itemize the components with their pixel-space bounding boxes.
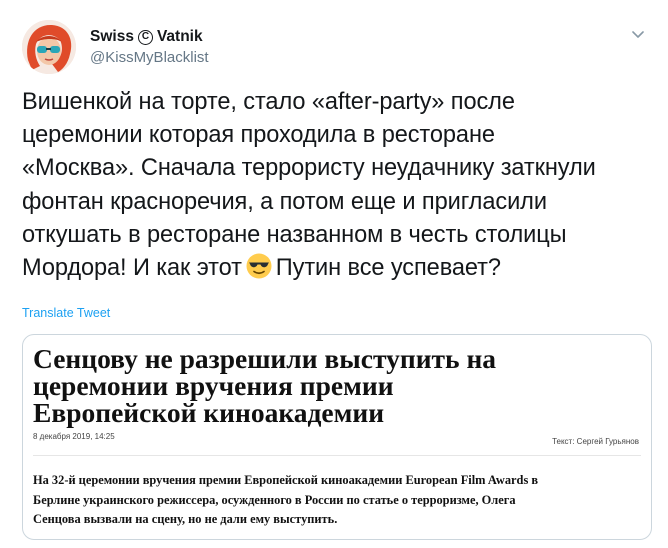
card-date: 8 декабря 2019, 14:25 <box>33 432 115 441</box>
card-lede-line: Берлине украинского режиссера, осужденно… <box>33 492 516 507</box>
card-lede: На 32-й церемонии вручения премии Европе… <box>33 471 643 530</box>
card-headline-line: Европейской киноакадемии <box>33 397 385 428</box>
card-headline-line: Сенцову не разрешили выступить на <box>33 343 497 374</box>
tweet-text-last-line: Мордора! И как этот Путин все успевает? <box>22 252 652 285</box>
display-name-part2: Vatnik <box>156 28 203 45</box>
sunglasses-emoji-icon <box>245 252 273 280</box>
card-headline-line: церемонии вручения премии <box>33 370 394 401</box>
card-credit: Текст: Сергей Гурьянов <box>552 437 639 446</box>
card-lede-line: На 32-й церемонии вручения премии Европе… <box>33 473 539 487</box>
tweet-text-line: фонтан красноречия, а потом еще и пригла… <box>22 188 547 215</box>
card-headline: Сенцову не разрешили выступить на церемо… <box>33 343 633 428</box>
copyright-icon: C <box>137 29 153 45</box>
tweet-text-line: Вишенкой на торте, стало «after-party» п… <box>22 89 515 115</box>
card-divider <box>33 455 641 456</box>
tweet-text-line: «Москва». Сначала террористу неудачнику … <box>22 155 596 182</box>
tweet-text-fragment: Путин все успевает? <box>275 255 501 282</box>
avatar-image <box>22 20 76 74</box>
display-name[interactable]: Swiss C Vatnik <box>90 27 209 47</box>
author-block: Swiss C Vatnik @KissMyBlacklist <box>90 27 209 66</box>
chevron-down-icon[interactable] <box>630 26 646 42</box>
display-name-part1: Swiss <box>90 28 134 45</box>
card-lede-line: Сенцова вызвали на сцену, но не дали ему… <box>33 512 338 526</box>
tweet-text-line: откушать в ресторане названном в честь с… <box>22 221 567 248</box>
user-handle[interactable]: @KissMyBlacklist <box>90 49 209 66</box>
tweet-text-fragment: Мордора! И как этот <box>22 255 242 282</box>
avatar[interactable] <box>22 20 76 74</box>
translate-tweet-link[interactable]: Translate Tweet <box>22 306 110 320</box>
tweet-text: Вишенкой на торте, стало «after-party» п… <box>22 86 652 285</box>
link-card[interactable]: Сенцову не разрешили выступить на церемо… <box>22 334 652 540</box>
tweet-text-line: церемонии которая проходила в ресторане <box>22 122 495 149</box>
tweet: Swiss C Vatnik @KissMyBlacklist Вишенкой… <box>0 0 668 548</box>
